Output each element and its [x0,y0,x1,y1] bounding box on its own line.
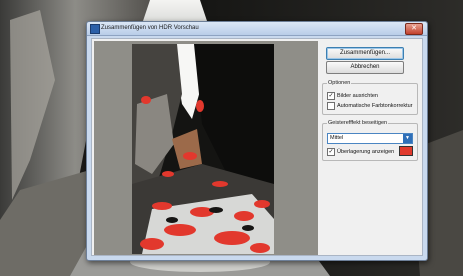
options-group: Optionen ✓ Bilder ausrichten Automatisch… [322,79,418,115]
ghosting-group: Geisterefffekt beseitigen Mittel ▼ ✓ Übe… [322,119,418,161]
overlay-color-swatch[interactable] [399,146,413,156]
dialog-titlebar[interactable]: Zusammenfügen von HDR Vorschau ✕ [87,22,427,36]
ghosting-strength-value: Mittel [330,135,344,141]
show-overlay-checkbox[interactable]: ✓ [327,148,335,156]
align-images-checkbox[interactable]: ✓ [327,92,335,100]
close-button[interactable]: ✕ [405,23,423,35]
align-images-label: Bilder ausrichten [337,93,378,99]
options-group-label: Optionen [327,79,352,87]
dialog-title: Zusammenfügen von HDR Vorschau [101,25,199,31]
hdr-merge-dialog: Zusammenfügen von HDR Vorschau ✕ Zusamme… [86,21,428,261]
cancel-button[interactable]: Abbrechen [326,61,404,74]
settings-panel: Zusammenfügen... Abbrechen Optionen ✓ Bi… [320,39,424,257]
auto-tone-checkbox[interactable] [327,102,335,110]
preview-area [94,41,318,255]
ghosting-group-label: Geisterefffekt beseitigen [327,119,389,127]
dialog-body: Zusammenfügen... Abbrechen Optionen ✓ Bi… [91,38,423,256]
app-icon [90,24,100,34]
auto-tone-label: Automatische Farbtonkorrektur [337,103,413,109]
dropdown-arrow-icon[interactable]: ▼ [403,134,412,143]
hdr-preview-image[interactable] [132,44,274,254]
ghosting-strength-select[interactable]: Mittel ▼ [327,133,413,144]
show-overlay-label: Überlagerung anzeigen [337,149,395,155]
merge-button[interactable]: Zusammenfügen... [326,47,404,60]
